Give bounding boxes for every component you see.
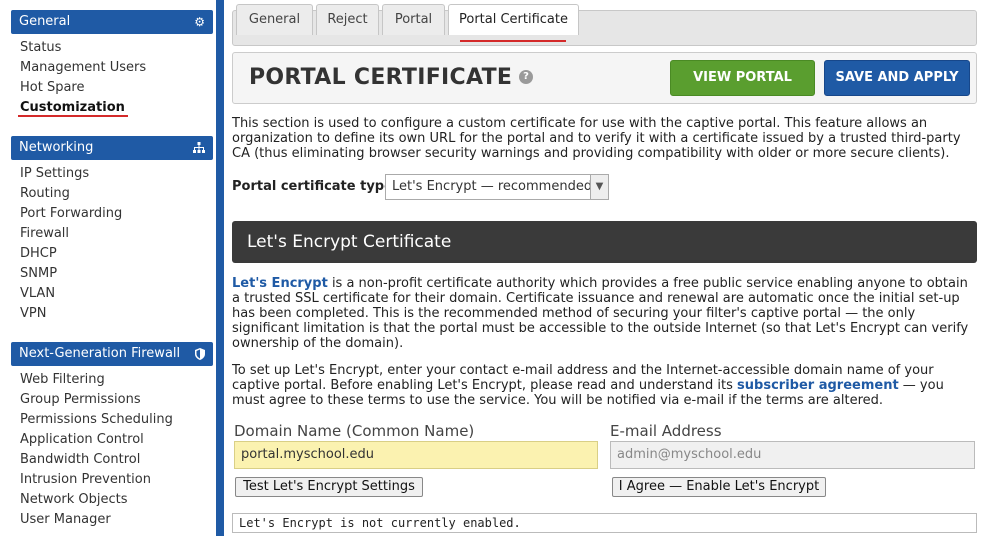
sidebar-item-group-permissions[interactable]: Group Permissions bbox=[20, 391, 141, 409]
chevron-down-icon: ▼ bbox=[590, 175, 608, 199]
sidebar-item-routing[interactable]: Routing bbox=[20, 185, 70, 203]
active-item-underline bbox=[18, 115, 128, 117]
main-content: General Reject Portal Portal Certificate… bbox=[224, 0, 987, 536]
sidebar-item-ip-settings[interactable]: IP Settings bbox=[20, 165, 89, 183]
sidebar-item-permissions-scheduling[interactable]: Permissions Scheduling bbox=[20, 411, 173, 429]
sidebar-item-vlan[interactable]: VLAN bbox=[20, 285, 55, 303]
sidebar-item-port-forwarding[interactable]: Port Forwarding bbox=[20, 205, 122, 223]
intro-text: This section is used to configure a cust… bbox=[232, 116, 961, 161]
sidebar-item-web-filtering[interactable]: Web Filtering bbox=[20, 371, 105, 389]
sidebar-item-user-manager[interactable]: User Manager bbox=[20, 511, 111, 529]
tab-portal-certificate[interactable]: Portal Certificate bbox=[448, 4, 579, 35]
status-output: Let's Encrypt is not currently enabled. bbox=[232, 513, 977, 533]
gear-icon: ⚙ bbox=[194, 15, 205, 29]
save-and-apply-button[interactable]: SAVE AND APPLY bbox=[824, 60, 970, 96]
page-title: PORTAL CERTIFICATE bbox=[249, 65, 513, 90]
sidebar-item-vpn[interactable]: VPN bbox=[20, 305, 46, 323]
active-tab-underline bbox=[460, 40, 566, 42]
sidebar-section-general[interactable]: General ⚙ bbox=[11, 10, 213, 34]
email-address-field[interactable]: admin@myschool.edu bbox=[610, 441, 975, 469]
sidebar-item-management-users[interactable]: Management Users bbox=[20, 59, 146, 77]
network-icon bbox=[193, 136, 205, 161]
tab-general[interactable]: General bbox=[236, 4, 313, 35]
email-address-label: E-mail Address bbox=[610, 422, 722, 440]
tab-reject[interactable]: Reject bbox=[316, 4, 379, 35]
tab-portal[interactable]: Portal bbox=[382, 4, 445, 35]
shield-icon bbox=[195, 342, 205, 368]
domain-name-field[interactable]: portal.myschool.edu bbox=[234, 441, 598, 469]
page-header: PORTAL CERTIFICATE ? VIEW PORTAL SAVE AN… bbox=[232, 52, 977, 104]
sidebar-section-title: General bbox=[19, 14, 71, 29]
cert-type-select[interactable]: Let's Encrypt — recommended ▼ bbox=[385, 174, 609, 200]
sidebar-section-title: Next-Generation Firewall bbox=[19, 346, 181, 361]
lets-encrypt-header: Let's Encrypt Certificate bbox=[232, 221, 977, 263]
sidebar-item-bandwidth-control[interactable]: Bandwidth Control bbox=[20, 451, 140, 469]
description-text: is a non-profit certificate authority wh… bbox=[232, 276, 969, 351]
domain-name-label: Domain Name (Common Name) bbox=[234, 422, 475, 440]
lets-encrypt-link[interactable]: Let's Encrypt bbox=[232, 276, 328, 291]
view-portal-button[interactable]: VIEW PORTAL bbox=[670, 60, 815, 96]
test-settings-button[interactable]: Test Let's Encrypt Settings bbox=[235, 477, 423, 497]
sidebar: General ⚙ Status Management Users Hot Sp… bbox=[0, 0, 220, 536]
help-icon[interactable]: ? bbox=[519, 70, 533, 84]
lets-encrypt-description: Let's Encrypt is a non-profit certificat… bbox=[232, 276, 972, 351]
sidebar-section-title: Networking bbox=[19, 140, 94, 155]
cert-type-label: Portal certificate type: bbox=[232, 179, 399, 194]
setup-instructions: To set up Let's Encrypt, enter your cont… bbox=[232, 363, 972, 408]
sidebar-item-hot-spare[interactable]: Hot Spare bbox=[20, 79, 85, 97]
sidebar-item-intrusion-prevention[interactable]: Intrusion Prevention bbox=[20, 471, 151, 489]
sidebar-section-ngfw[interactable]: Next-Generation Firewall bbox=[11, 342, 213, 366]
sidebar-section-networking[interactable]: Networking bbox=[11, 136, 213, 160]
sidebar-item-network-objects[interactable]: Network Objects bbox=[20, 491, 128, 509]
subscriber-agreement-link[interactable]: subscriber agreement bbox=[737, 378, 899, 393]
agree-enable-button[interactable]: I Agree — Enable Let's Encrypt bbox=[612, 477, 826, 497]
cert-type-selected: Let's Encrypt — recommended bbox=[392, 179, 593, 194]
sidebar-item-dhcp[interactable]: DHCP bbox=[20, 245, 57, 263]
sidebar-item-application-control[interactable]: Application Control bbox=[20, 431, 144, 449]
sidebar-item-status[interactable]: Status bbox=[20, 39, 61, 57]
sidebar-item-snmp[interactable]: SNMP bbox=[20, 265, 57, 283]
sidebar-item-firewall[interactable]: Firewall bbox=[20, 225, 69, 243]
